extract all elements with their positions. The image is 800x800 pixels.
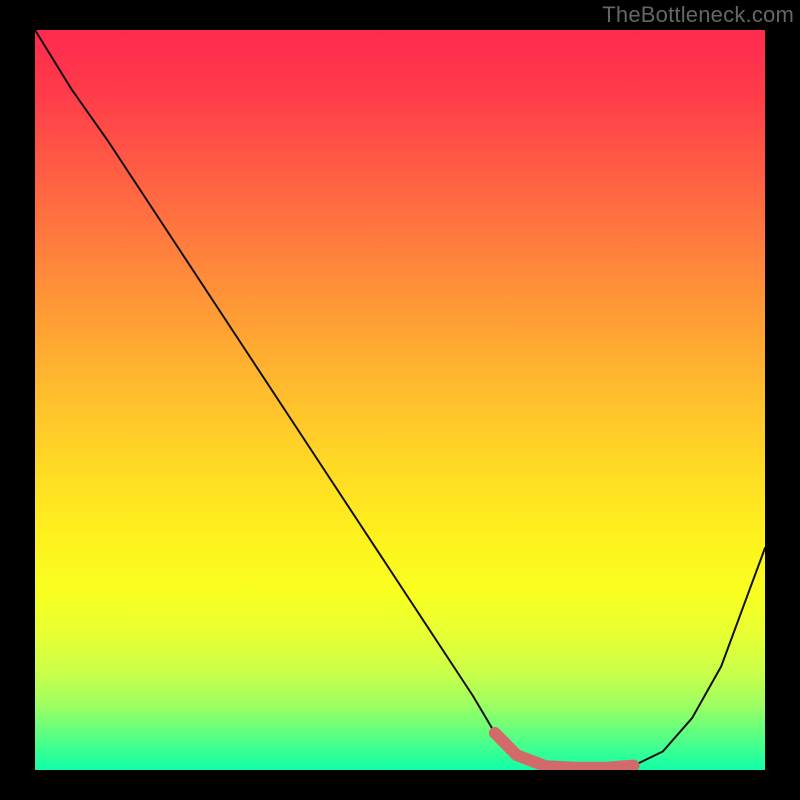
optimal-range-highlight [495,733,634,768]
watermark-label: TheBottleneck.com [602,2,794,28]
chart-frame: TheBottleneck.com [0,0,800,800]
curve-svg [35,30,765,770]
plot-area [35,30,765,770]
bottleneck-curve [35,30,765,768]
